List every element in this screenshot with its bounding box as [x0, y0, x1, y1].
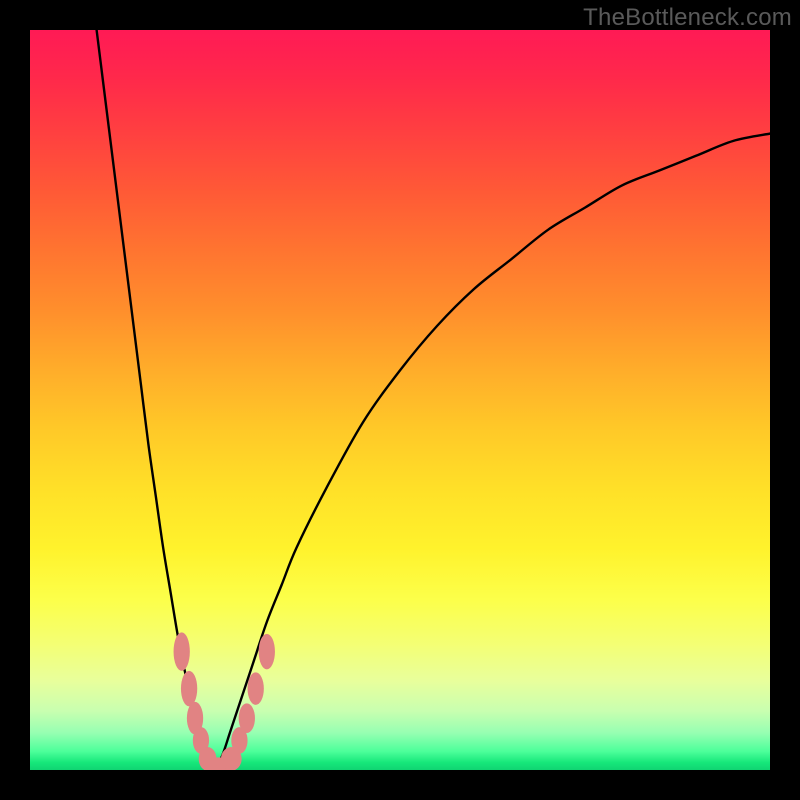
curve-layer [30, 30, 770, 770]
curve-right-branch [215, 134, 770, 770]
plot-area [30, 30, 770, 770]
data-marker [181, 671, 197, 707]
data-marker [239, 703, 255, 733]
watermark-text: TheBottleneck.com [583, 4, 792, 32]
data-marker [174, 632, 190, 670]
curve-left-branch [97, 30, 215, 770]
data-marker [259, 634, 275, 670]
data-marker [248, 672, 264, 705]
chart-frame: TheBottleneck.com [0, 0, 800, 800]
